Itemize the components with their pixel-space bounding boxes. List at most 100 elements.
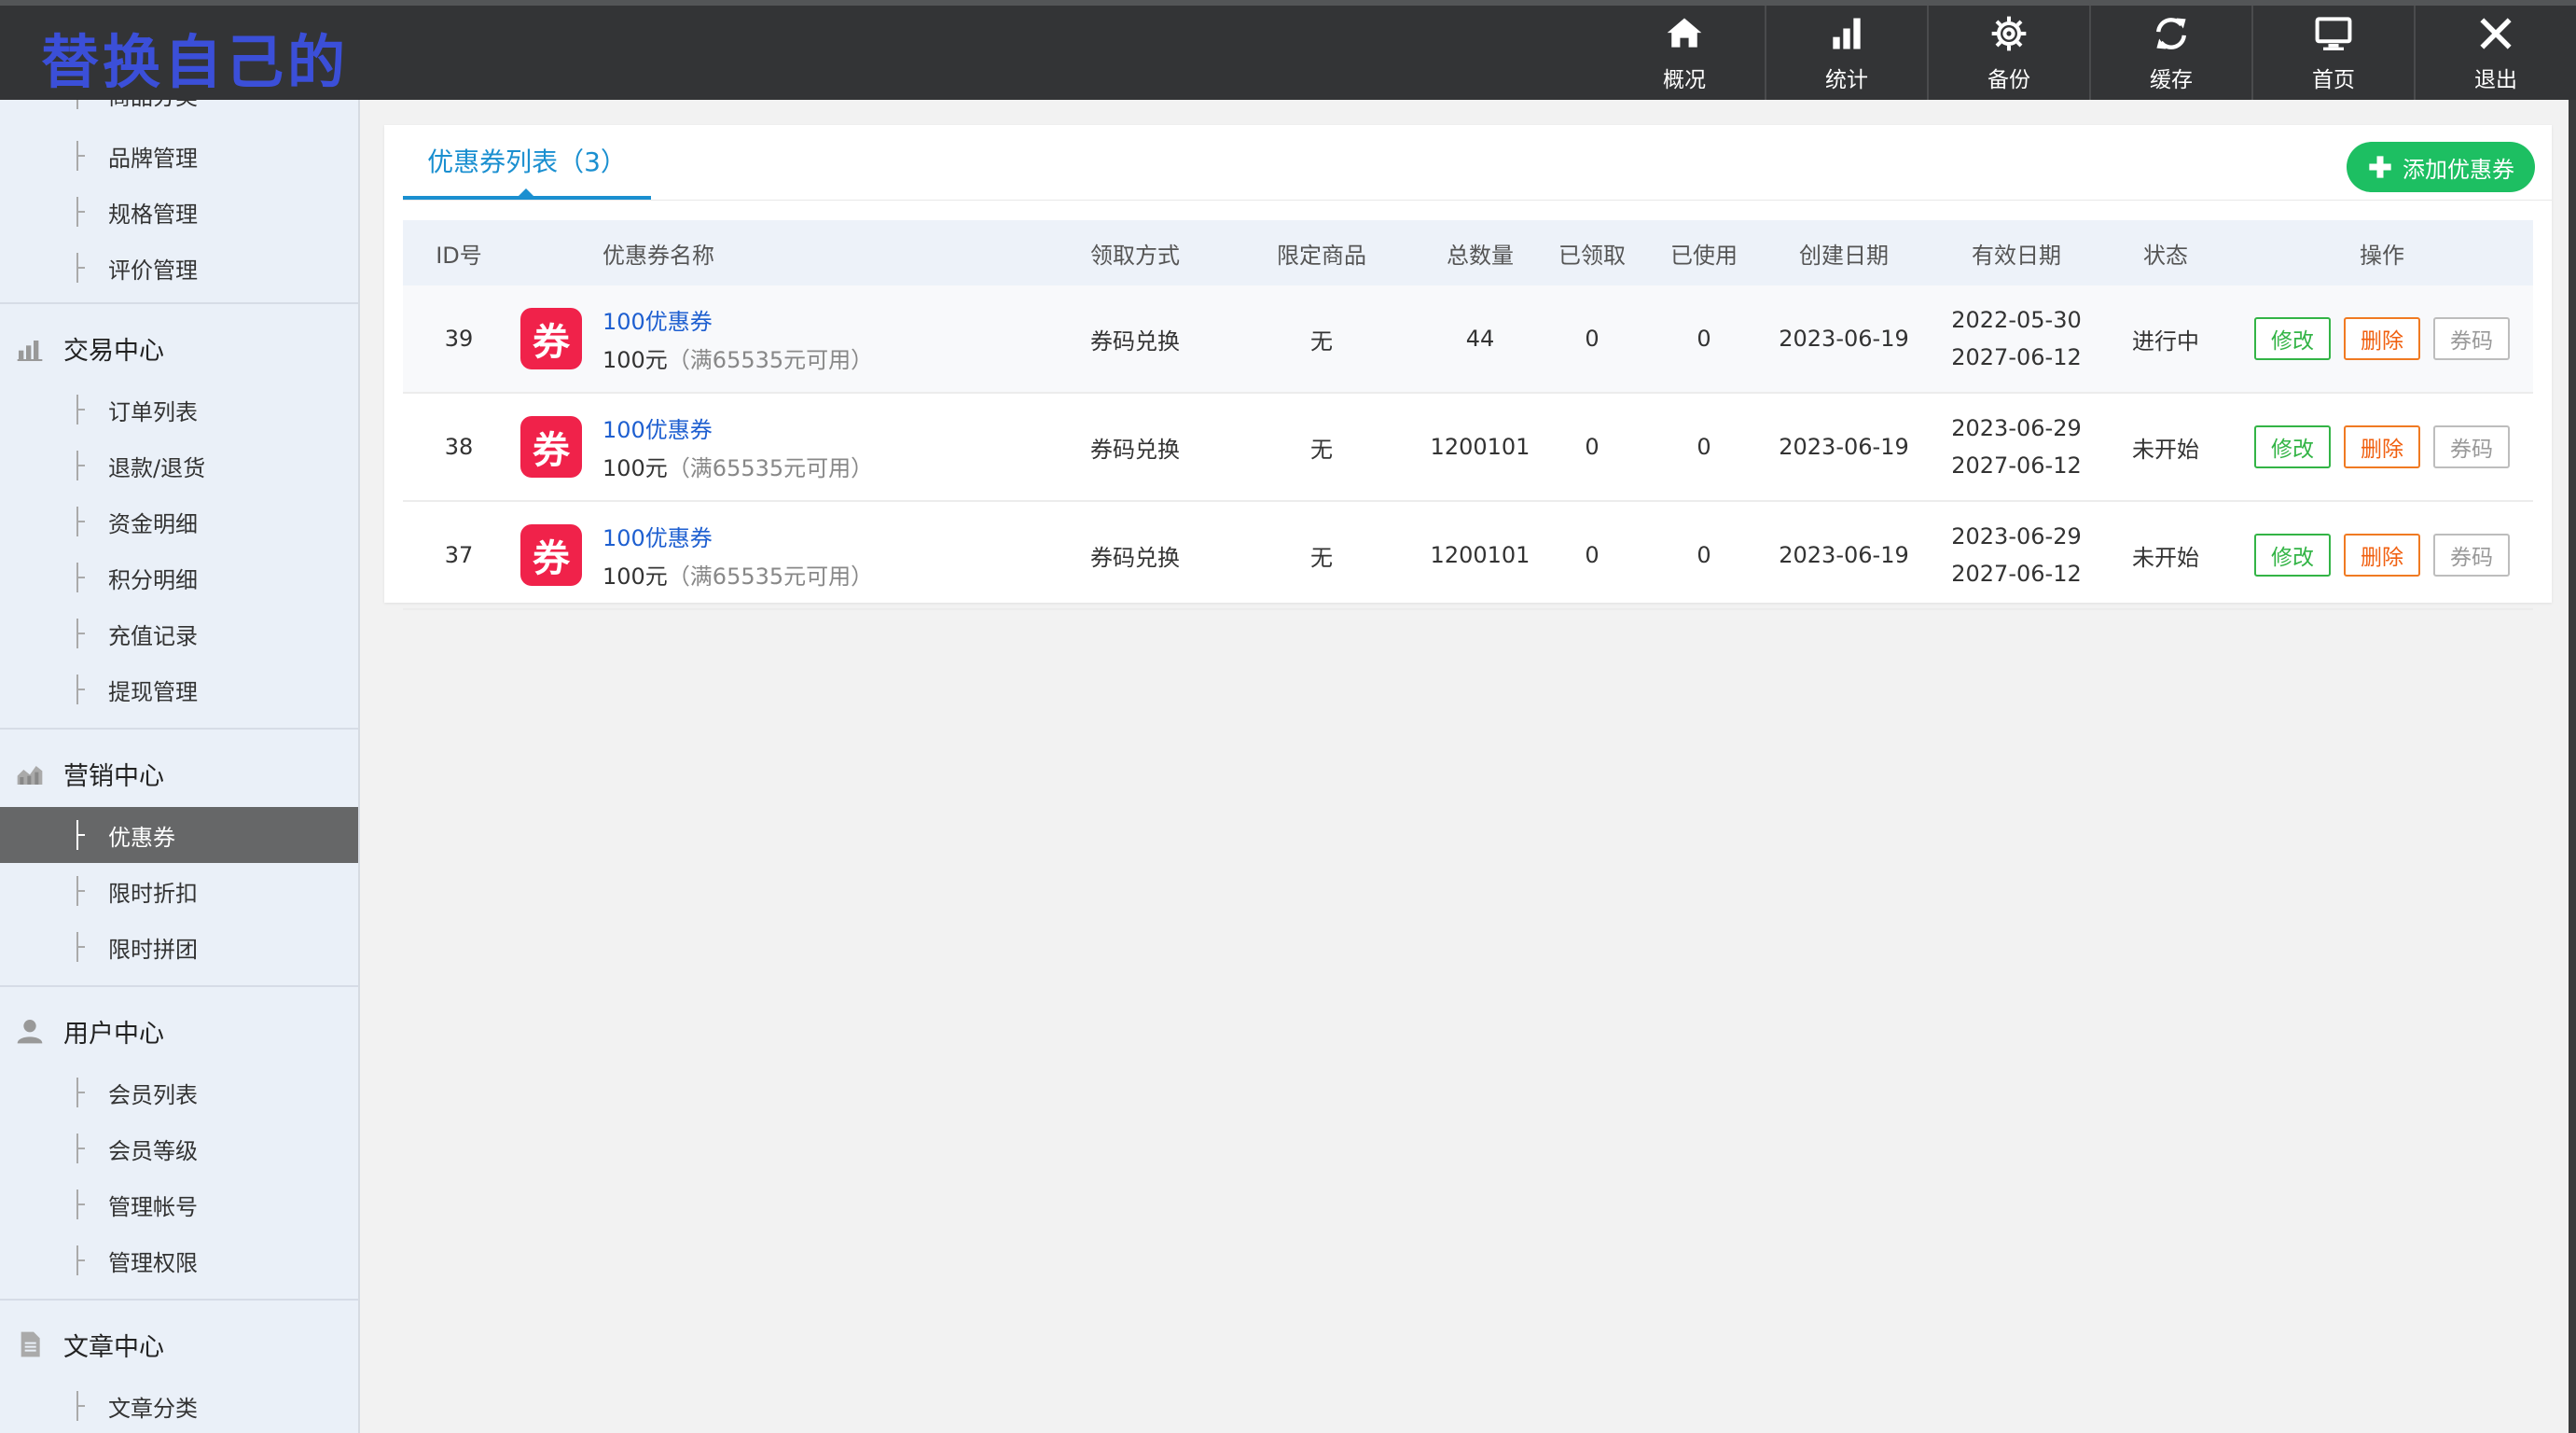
coupon-name-link[interactable]: 100优惠券 <box>602 520 873 552</box>
add-coupon-label: 添加优惠券 <box>2403 156 2514 183</box>
cell-valid: 2022-05-30 2027-06-12 <box>1932 285 2100 394</box>
top-bar: 替换自己的 概况 统计 备份 缓存 首页 退出 <box>0 0 2576 100</box>
tab-caret <box>518 188 534 197</box>
sidebar-item-label: 优惠券 <box>108 824 175 851</box>
sidebar-item-group-buy[interactable]: 限时拼团 <box>0 919 358 975</box>
sidebar-item-admin-accounts[interactable]: 管理帐号 <box>0 1176 358 1232</box>
table-row: 38 券 100优惠券 100元（满65535元可用） 券码兑换 无 12001… <box>403 393 2533 502</box>
delete-button[interactable]: 删除 <box>2344 317 2420 360</box>
sidebar-group-title: 用户中心 <box>63 1019 164 1049</box>
sidebar-item-label: 会员等级 <box>108 1137 198 1164</box>
coupon-condition: （满65535元可用） <box>667 347 874 373</box>
sidebar-group-user[interactable]: 用户中心 <box>0 998 358 1064</box>
code-button[interactable]: 券码 <box>2433 425 2510 468</box>
code-button[interactable]: 券码 <box>2433 317 2510 360</box>
status-label: 进行中 <box>2100 285 2231 394</box>
divider <box>0 728 358 730</box>
sidebar-item-withdraw[interactable]: 提现管理 <box>0 661 358 717</box>
sidebar-item-permissions[interactable]: 管理权限 <box>0 1232 358 1288</box>
tab-coupon-list[interactable]: 优惠券列表（3） <box>403 125 651 200</box>
cell-created: 2023-06-19 <box>1755 501 1932 610</box>
sidebar-item-review[interactable]: 评价管理 <box>0 240 358 296</box>
cell-id: 38 <box>403 393 515 502</box>
sidebar-item-spec[interactable]: 规格管理 <box>0 184 358 240</box>
gear-icon <box>1991 16 2027 50</box>
sidebar-item-recharge[interactable]: 充值记录 <box>0 605 358 661</box>
sidebar-item-members[interactable]: 会员列表 <box>0 1064 358 1120</box>
nav-homepage[interactable]: 首页 <box>2251 6 2414 100</box>
sidebar-item-label: 限时拼团 <box>108 936 198 963</box>
coupon-amount: 100元 <box>602 455 668 481</box>
sidebar-item-orders[interactable]: 订单列表 <box>0 382 358 438</box>
sidebar-item-label: 评价管理 <box>108 257 198 284</box>
sidebar-group-trade[interactable]: 交易中心 <box>0 315 358 381</box>
sidebar-item-brand[interactable]: 品牌管理 <box>0 128 358 184</box>
nav-logout[interactable]: 退出 <box>2414 6 2576 100</box>
sidebar-item-points[interactable]: 积分明细 <box>0 550 358 605</box>
coupon-name-link[interactable]: 100优惠券 <box>602 411 873 444</box>
cell-total: 1200101 <box>1429 393 1531 502</box>
col-header: 操作 <box>2231 220 2533 285</box>
sidebar-group-marketing[interactable]: 营销中心 <box>0 741 358 806</box>
valid-from: 2023-06-29 <box>1951 523 2082 550</box>
sidebar-group-title: 文章中心 <box>63 1332 164 1362</box>
divider <box>0 1299 358 1301</box>
table-row: 39 券 100优惠券 100元（满65535元可用） 券码兑换 无 44 0 … <box>403 285 2533 394</box>
bar-chart-icon <box>17 341 43 361</box>
delete-button[interactable]: 删除 <box>2344 534 2420 577</box>
sidebar-item-article-category[interactable]: 文章分类 <box>0 1378 358 1433</box>
sidebar-item-label: 充值记录 <box>108 622 198 649</box>
divider <box>0 302 358 304</box>
sidebar-group-title: 营销中心 <box>63 761 164 791</box>
cell-id: 37 <box>403 501 515 610</box>
sidebar-item-member-levels[interactable]: 会员等级 <box>0 1120 358 1176</box>
nav-overview-label: 概况 <box>1663 67 1706 92</box>
sidebar-item-label: 退款/退货 <box>108 454 206 481</box>
edit-button[interactable]: 修改 <box>2254 317 2331 360</box>
sidebar-item-label: 品牌管理 <box>108 145 198 172</box>
coupon-icon: 券 <box>520 416 582 478</box>
col-header: 总数量 <box>1429 220 1531 285</box>
sidebar-group-article[interactable]: 文章中心 <box>0 1312 358 1377</box>
coupon-condition: （满65535元可用） <box>667 563 874 590</box>
sidebar-item-label: 管理帐号 <box>108 1193 198 1220</box>
coupon-panel: 优惠券列表（3） 添加优惠券 ID号 优惠券名称 领取方式 限定商品 总数量 已… <box>384 125 2552 610</box>
edit-button[interactable]: 修改 <box>2254 534 2331 577</box>
sidebar-item-label: 文章分类 <box>108 1395 198 1422</box>
cell-limited: 无 <box>1214 501 1429 610</box>
nav-backup[interactable]: 备份 <box>1927 6 2089 100</box>
cell-created: 2023-06-19 <box>1755 393 1932 502</box>
col-header: 已领取 <box>1531 220 1653 285</box>
coupon-icon: 券 <box>520 524 582 586</box>
cell-limited: 无 <box>1214 285 1429 394</box>
sidebar-item-refunds[interactable]: 退款/退货 <box>0 438 358 494</box>
sidebar-item-funds[interactable]: 资金明细 <box>0 494 358 550</box>
bar-chart-icon <box>1833 18 1861 49</box>
nav-statistics[interactable]: 统计 <box>1765 6 1927 100</box>
user-icon <box>17 1020 43 1044</box>
table-header: ID号 优惠券名称 领取方式 限定商品 总数量 已领取 已使用 创建日期 有效日… <box>403 220 2533 285</box>
delete-button[interactable]: 删除 <box>2344 425 2420 468</box>
sidebar-item-category[interactable]: 商品分类 <box>0 100 358 122</box>
coupon-amount: 100元 <box>602 347 668 373</box>
divider <box>0 985 358 987</box>
code-button[interactable]: 券码 <box>2433 534 2510 577</box>
valid-to: 2027-06-12 <box>1951 452 2082 479</box>
cell-total: 1200101 <box>1429 501 1531 610</box>
top-nav: 概况 统计 备份 缓存 首页 退出 <box>1604 6 2576 100</box>
table-row: 37 券 100优惠券 100元（满65535元可用） 券码兑换 无 12001… <box>403 501 2533 610</box>
coupon-icon: 券 <box>520 308 582 369</box>
add-coupon-button[interactable]: 添加优惠券 <box>2347 142 2535 192</box>
edit-button[interactable]: 修改 <box>2254 425 2331 468</box>
sidebar-item-flash-discount[interactable]: 限时折扣 <box>0 863 358 919</box>
tab-underline <box>403 200 2552 201</box>
window-edge <box>2569 100 2576 1433</box>
nav-cache[interactable]: 缓存 <box>2089 6 2251 100</box>
cell-valid: 2023-06-29 2027-06-12 <box>1932 393 2100 502</box>
nav-overview[interactable]: 概况 <box>1604 6 1765 100</box>
coupon-name-link[interactable]: 100优惠券 <box>602 303 873 336</box>
coupon-amount: 100元 <box>602 563 668 590</box>
col-header: ID号 <box>403 220 515 285</box>
sidebar-item-coupons[interactable]: 优惠券 <box>0 807 358 863</box>
sidebar-item-label: 规格管理 <box>108 201 198 228</box>
